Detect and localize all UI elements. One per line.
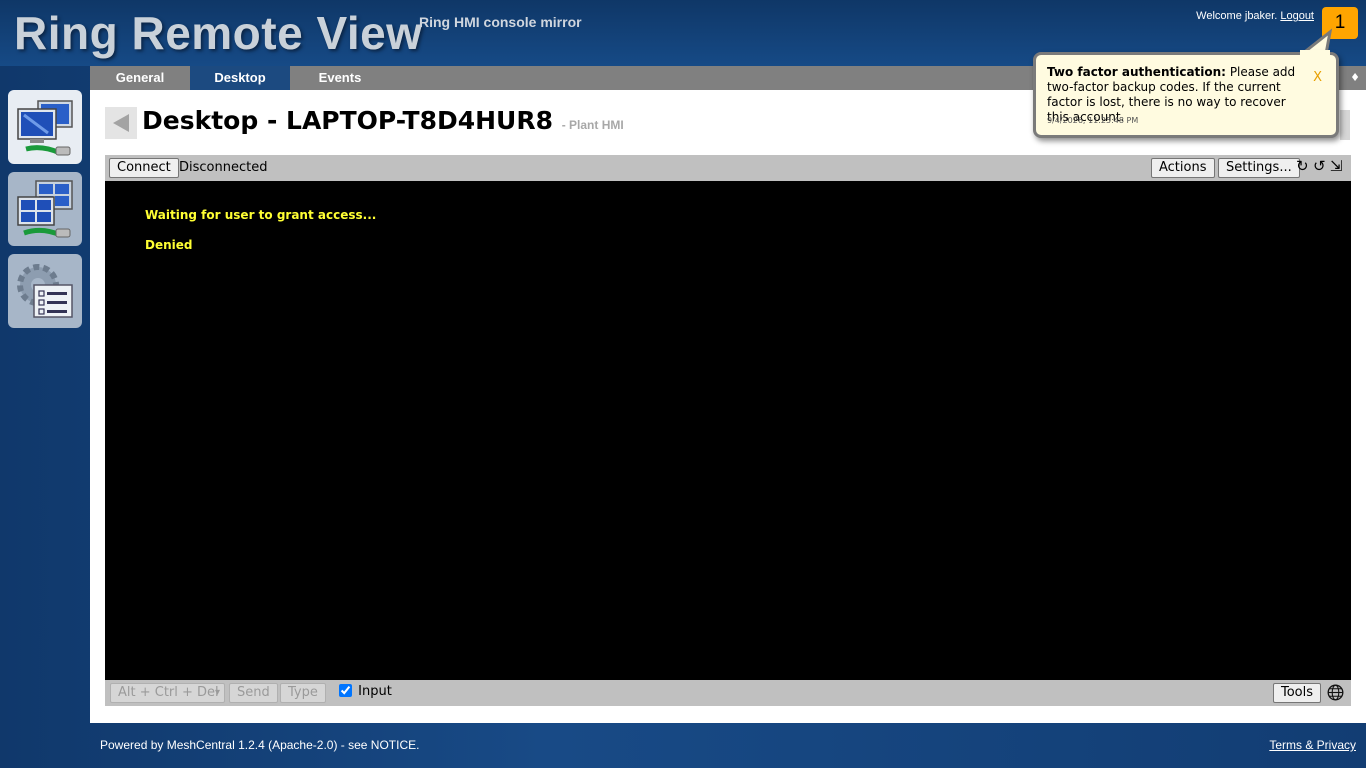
remote-desktop-screen[interactable]: Waiting for user to grant access... Deni… [105, 181, 1351, 680]
desktop-toolbar: Connect Disconnected Actions Settings...… [105, 155, 1351, 181]
connect-button[interactable]: Connect [109, 158, 179, 178]
connection-status: Disconnected [179, 160, 268, 175]
welcome-area: Welcome jbaker. Logout [1196, 10, 1314, 22]
windows-network-icon [17, 180, 73, 238]
notification-close-button[interactable]: X [1313, 70, 1322, 85]
tab-events[interactable]: Events [290, 66, 390, 90]
app-subtitle: Ring HMI console mirror [419, 14, 582, 30]
welcome-text: Welcome jbaker. [1196, 10, 1278, 22]
gear-checklist-icon [17, 264, 73, 318]
back-arrow-icon [113, 114, 129, 132]
sidebar-item-device-groups[interactable] [8, 172, 82, 246]
tab-overflow-icon[interactable]: ♦ [1350, 66, 1360, 90]
page-subtitle: - Plant HMI [561, 118, 624, 132]
chevron-down-icon: ▾ [214, 687, 220, 698]
main-panel: Desktop - LAPTOP-T8D4HUR8 - Plant HMI Co… [90, 90, 1366, 723]
computers-network-icon [17, 100, 73, 156]
footer-powered-by: Powered by MeshCentral 1.2.4 (Apache-2.0… [100, 738, 420, 752]
notification-timestamp: 9/4/2026, 11:25:48 PM [1047, 116, 1139, 125]
desktop-bottom-toolbar: Alt + Ctrl + Del ▾ Send Type Input Tools [105, 680, 1351, 706]
globe-icon[interactable] [1327, 684, 1344, 705]
input-toggle[interactable]: Input [339, 684, 392, 699]
logout-link[interactable]: Logout [1280, 10, 1314, 22]
screen-message: Waiting for user to grant access... [145, 208, 377, 222]
key-combo-select[interactable]: Alt + Ctrl + Del ▾ [110, 683, 225, 703]
sidebar-item-my-devices[interactable] [8, 90, 82, 164]
settings-button[interactable]: Settings... [1218, 158, 1300, 178]
tab-desktop[interactable]: Desktop [190, 66, 290, 90]
send-button[interactable]: Send [229, 683, 278, 703]
terms-privacy-link[interactable]: Terms & Privacy [1269, 738, 1356, 752]
page-title-text: Desktop - LAPTOP-T8D4HUR8 [142, 106, 553, 135]
fullscreen-icon[interactable]: ⇲ [1330, 157, 1343, 175]
key-combo-selected: Alt + Ctrl + Del [118, 685, 219, 700]
input-label: Input [358, 684, 392, 699]
actions-button[interactable]: Actions [1151, 158, 1215, 178]
sidebar-item-settings[interactable] [8, 254, 82, 328]
screen-message: Denied [145, 238, 193, 252]
notification-popup: Two factor authentication: Please add tw… [1033, 52, 1339, 138]
tools-button[interactable]: Tools [1273, 683, 1322, 703]
back-button[interactable] [105, 107, 137, 139]
page-title: Desktop - LAPTOP-T8D4HUR8 - Plant HMI [142, 106, 624, 135]
panel-edge-control[interactable] [1340, 110, 1350, 140]
app-title: Ring Remote View [14, 7, 423, 59]
rotate-counterclockwise-icon[interactable]: ↺ [1313, 157, 1326, 175]
rotate-clockwise-icon[interactable]: ↻ [1296, 157, 1309, 175]
type-button[interactable]: Type [280, 683, 326, 703]
tab-general[interactable]: General [90, 66, 190, 90]
input-checkbox[interactable] [339, 684, 352, 697]
notification-title: Two factor authentication: [1047, 65, 1226, 79]
notification-pointer-join [1300, 50, 1330, 56]
